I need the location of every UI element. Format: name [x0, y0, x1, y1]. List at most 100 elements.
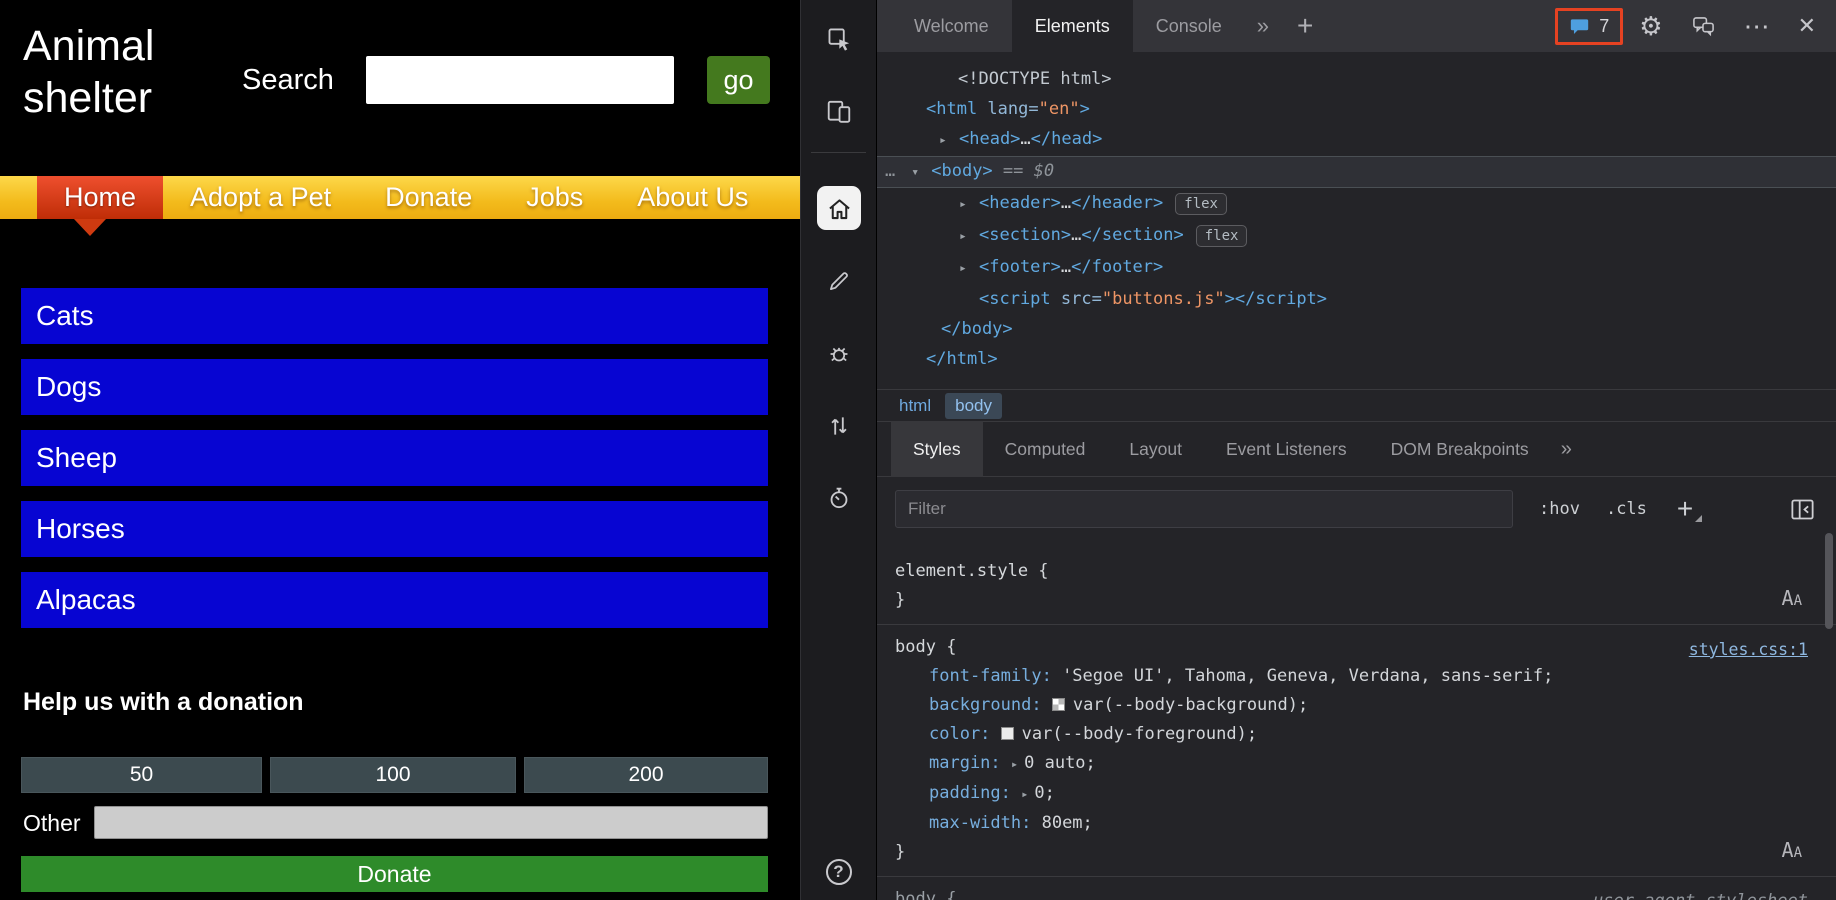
more-sidebar-tabs-icon[interactable]: »	[1561, 438, 1572, 461]
expander-icon[interactable]: ▸	[939, 126, 959, 156]
add-tab-icon[interactable]: +	[1297, 10, 1313, 42]
browser-page: Animal shelter Search go Home Adopt a Pe…	[0, 0, 800, 900]
search-input[interactable]	[366, 56, 674, 104]
text-color-swatch[interactable]	[1000, 727, 1014, 740]
devtools-activity-bar: ?	[800, 0, 876, 900]
more-menu-icon[interactable]: ⋯	[1744, 11, 1770, 42]
font-editor-icon[interactable]: AA	[1782, 584, 1802, 616]
tree-node-footer[interactable]: ▸ <footer>…</footer>	[877, 252, 1836, 284]
inline-style-close[interactable]: }	[877, 586, 1836, 615]
css-property-background[interactable]: background: var(--body-background);	[877, 691, 1836, 720]
body-rule-close[interactable]: }	[877, 838, 1836, 867]
tab-console[interactable]: Console	[1133, 0, 1245, 52]
performance-timer-icon[interactable]	[826, 485, 852, 511]
toggle-class-button[interactable]: .cls	[1606, 499, 1647, 519]
category-button-sheep[interactable]: Sheep	[21, 430, 768, 486]
inspect-tool-icon[interactable]	[826, 26, 852, 52]
other-amount-input[interactable]	[94, 806, 768, 839]
expander-icon[interactable]: ▸	[959, 190, 979, 220]
tab-welcome[interactable]: Welcome	[891, 0, 1012, 52]
issues-count: 7	[1599, 15, 1610, 36]
network-conditions-icon[interactable]	[826, 413, 852, 439]
expander-icon[interactable]: ▸	[959, 254, 979, 284]
nav-item-donate[interactable]: Donate	[358, 176, 499, 219]
css-property-max-width[interactable]: max-width: 80em;	[877, 809, 1836, 838]
tree-node-header[interactable]: ▸ <header>…</header> flex	[877, 188, 1836, 220]
sidebar-toggle-icon[interactable]	[1789, 496, 1816, 523]
tree-node-script[interactable]: <script src="buttons.js"></script>	[877, 284, 1836, 314]
devtools-tabbar: Welcome Elements Console » + 7 ⚙ ⋯ ✕	[877, 0, 1836, 52]
scrollbar-thumb[interactable]	[1825, 533, 1833, 629]
issues-bubble-icon	[1569, 16, 1590, 37]
category-button-dogs[interactable]: Dogs	[21, 359, 768, 415]
settings-gear-icon[interactable]: ⚙	[1639, 11, 1662, 42]
issues-counter[interactable]: 7	[1555, 7, 1624, 45]
tree-node-html-close[interactable]: </html>	[877, 344, 1836, 374]
search-label: Search	[242, 64, 334, 96]
styles-filter-row: :hov .cls +	[877, 477, 1836, 541]
shorthand-expander-icon[interactable]: ▸	[1011, 757, 1018, 771]
donation-amount-200[interactable]: 200	[524, 757, 768, 793]
toggle-hover-state-button[interactable]: :hov	[1539, 499, 1580, 519]
devtools-panel: Welcome Elements Console » + 7 ⚙ ⋯ ✕ <!D…	[877, 0, 1836, 900]
tab-dom-breakpoints[interactable]: DOM Breakpoints	[1369, 421, 1551, 477]
donate-button[interactable]: Donate	[21, 856, 768, 892]
donation-amount-100[interactable]: 100	[270, 757, 516, 793]
tree-node-body-selected[interactable]: … ▾ <body> == $0	[877, 156, 1836, 188]
nav-item-adopt[interactable]: Adopt a Pet	[163, 176, 358, 219]
more-tabs-icon[interactable]: »	[1257, 13, 1269, 39]
tree-node-html-open[interactable]: <html lang="en">	[877, 94, 1836, 124]
node-options-icon[interactable]: …	[885, 157, 895, 185]
flex-badge[interactable]: flex	[1195, 225, 1248, 247]
nav-item-jobs[interactable]: Jobs	[499, 176, 610, 219]
expander-icon[interactable]: ▾	[911, 159, 931, 187]
close-devtools-icon[interactable]: ✕	[1798, 13, 1816, 39]
category-button-cats[interactable]: Cats	[21, 288, 768, 344]
category-button-horses[interactable]: Horses	[21, 501, 768, 557]
breadcrumb-html[interactable]: html	[893, 394, 937, 418]
dom-tree: <!DOCTYPE html> <html lang="en"> ▸ <head>…	[877, 52, 1836, 389]
tab-computed[interactable]: Computed	[983, 421, 1108, 477]
help-icon[interactable]: ?	[825, 859, 852, 885]
stylesheet-source-link[interactable]: styles.css:1	[1689, 635, 1808, 664]
font-editor-icon[interactable]: AA	[1782, 836, 1802, 868]
category-button-alpacas[interactable]: Alpacas	[21, 572, 768, 628]
shorthand-expander-icon[interactable]: ▸	[1021, 787, 1028, 801]
screen: Animal shelter Search go Home Adopt a Pe…	[0, 0, 1836, 900]
tree-node-section[interactable]: ▸ <section>…</section> flex	[877, 220, 1836, 252]
tab-layout[interactable]: Layout	[1107, 421, 1204, 477]
nav-item-home[interactable]: Home	[37, 176, 164, 219]
feedback-icon[interactable]	[1691, 14, 1716, 39]
debugger-bug-icon[interactable]	[826, 341, 852, 367]
donation-amount-50[interactable]: 50	[21, 757, 262, 793]
tree-node-doctype[interactable]: <!DOCTYPE html>	[877, 64, 1836, 94]
tab-styles[interactable]: Styles	[891, 421, 983, 477]
style-rule-user-agent: user agent stylesheet body {	[877, 877, 1836, 900]
inline-style-selector[interactable]: element.style {	[877, 557, 1836, 586]
active-nav-pointer	[74, 219, 106, 236]
tab-event-listeners[interactable]: Event Listeners	[1204, 421, 1369, 477]
breadcrumb-body[interactable]: body	[945, 392, 1002, 419]
styles-sidebar-tabs: Styles Computed Layout Event Listeners D…	[877, 421, 1836, 477]
tab-elements[interactable]: Elements	[1011, 0, 1133, 52]
css-property-margin[interactable]: margin: ▸ 0 auto;	[877, 749, 1836, 779]
sources-icon[interactable]	[826, 268, 852, 294]
background-color-swatch[interactable]	[1051, 698, 1065, 711]
nav-item-about[interactable]: About Us	[610, 176, 775, 219]
page-title: Animal shelter	[23, 22, 155, 123]
css-property-padding[interactable]: padding: ▸ 0;	[877, 779, 1836, 809]
styles-filter-input[interactable]	[895, 490, 1513, 528]
other-amount-label: Other	[23, 810, 81, 836]
css-property-color[interactable]: color: var(--body-foreground);	[877, 720, 1836, 749]
style-rule-body: styles.css:1 body { font-family: 'Segoe …	[877, 625, 1836, 877]
welcome-home-icon[interactable]	[817, 186, 861, 230]
style-rule-inline: element.style { } AA	[877, 541, 1836, 625]
expander-icon[interactable]: ▸	[959, 222, 979, 252]
new-style-rule-button[interactable]: +	[1677, 493, 1703, 525]
flex-badge[interactable]: flex	[1175, 193, 1227, 215]
search-go-button[interactable]: go	[707, 56, 770, 104]
css-property-font-family[interactable]: font-family: 'Segoe UI', Tahoma, Geneva,…	[877, 662, 1836, 691]
device-emulation-icon[interactable]	[826, 98, 852, 124]
tree-node-head[interactable]: ▸ <head>…</head>	[877, 124, 1836, 156]
tree-node-body-close[interactable]: </body>	[877, 314, 1836, 344]
